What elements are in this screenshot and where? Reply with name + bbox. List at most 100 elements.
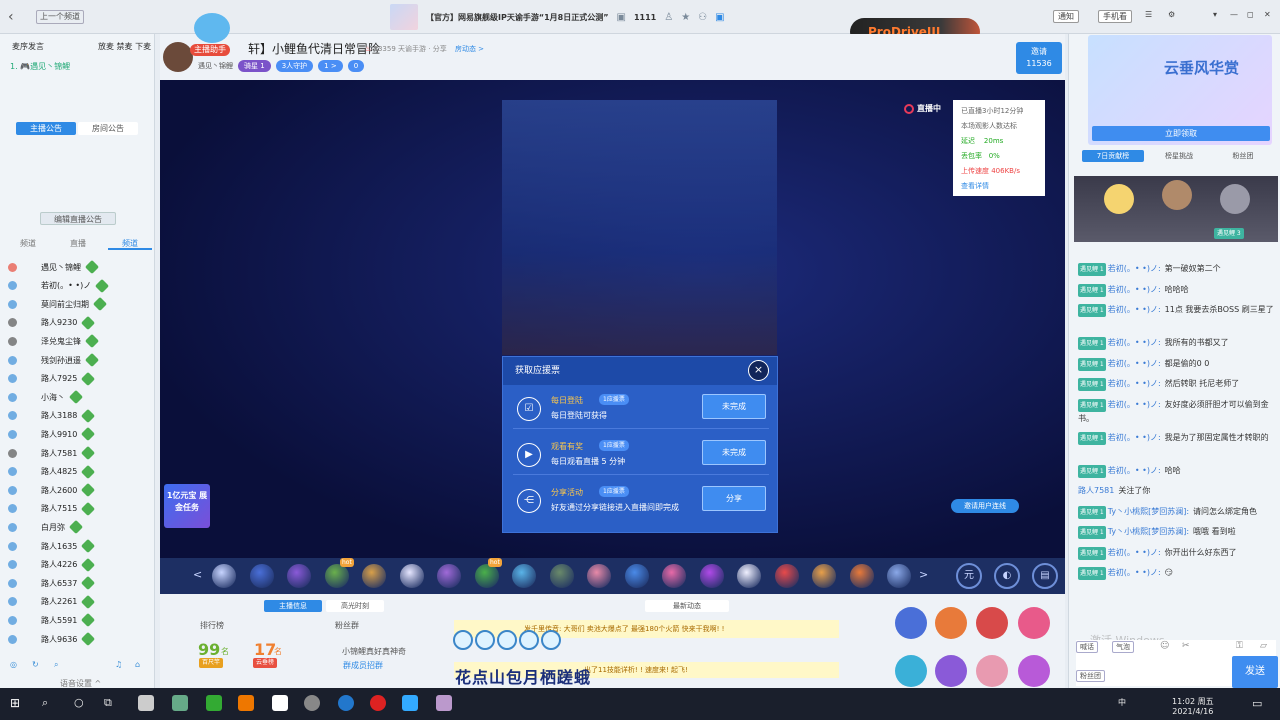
user-list-item[interactable]: 路人7515 — [8, 500, 148, 518]
cc-live-app-icon[interactable] — [402, 695, 418, 711]
gift-item[interactable] — [812, 564, 836, 588]
gift-item[interactable] — [774, 564, 799, 588]
tab-latest[interactable]: 最新动态 — [645, 600, 729, 612]
fans-badge[interactable]: 1 > — [318, 60, 343, 72]
user-icon[interactable]: ♙ — [664, 12, 673, 23]
chat-author[interactable]: 若初(。• •)ノ: — [1108, 548, 1161, 557]
task-watch-button[interactable]: 未完成 — [702, 440, 766, 465]
chat-message[interactable]: 遇见鲤 1 若初(。• •)ノ: 第一破奴第二个 — [1078, 262, 1276, 276]
gift-item[interactable] — [287, 564, 311, 588]
invite-link-button[interactable]: 邀请用户连线 — [951, 499, 1019, 513]
chat-author[interactable]: 若初(。• •)ノ: — [1108, 400, 1161, 409]
user-list-item[interactable]: 路人9910 — [8, 425, 148, 443]
coin-icon[interactable]: 元 — [956, 563, 982, 589]
app-icon[interactable] — [272, 695, 288, 711]
user-list-item[interactable]: 路人2261 — [8, 593, 148, 611]
tab-star-challenge[interactable]: 榜星挑战 — [1148, 150, 1210, 162]
gift-item[interactable] — [512, 564, 536, 588]
tab-room-notice[interactable]: 房间公告 — [78, 122, 138, 135]
host-rank-icon[interactable] — [895, 607, 927, 639]
user-list-item[interactable]: 路人9230 — [8, 314, 148, 332]
task-share-button[interactable]: 分享 — [702, 486, 766, 511]
tab-host-notice[interactable]: 主播公告 — [16, 122, 76, 135]
shout-tab[interactable]: 喊话 — [1076, 641, 1098, 653]
gift-next-arrow[interactable]: > — [919, 568, 928, 581]
chat-author[interactable]: Ty丶小桃熙[梦回苏澜]: — [1108, 527, 1189, 536]
location-icon[interactable]: ◎ — [10, 660, 17, 669]
mic-top-user[interactable]: 1. 🎮遇见丶锦鲤 — [10, 61, 70, 72]
anchor-avatar[interactable] — [163, 42, 193, 72]
search-icon[interactable]: ⌕ — [42, 696, 48, 710]
dropdown-icon[interactable]: ▾ — [1213, 10, 1217, 19]
notify-button[interactable]: 通知 — [1053, 10, 1079, 23]
chat-author[interactable]: 若初(。• •)ノ: — [1108, 359, 1161, 368]
stats-details-link[interactable]: 查看详情 — [961, 179, 1037, 194]
gift-item[interactable] — [249, 564, 274, 588]
tab-live[interactable]: 直播 — [58, 237, 98, 250]
guardian-badge[interactable]: 3人守护 — [275, 60, 314, 72]
user-list-item[interactable]: 路人6537 — [8, 574, 148, 592]
travel-icon[interactable] — [1018, 655, 1050, 687]
settings-icon[interactable]: ⚙ — [1168, 10, 1175, 19]
user-list-item[interactable]: 白月弥 — [8, 518, 148, 536]
gift-item[interactable] — [624, 564, 649, 588]
scissors-icon[interactable]: ✂ — [1182, 641, 1190, 651]
user-list-item[interactable]: 泽兑鬼尘锋 — [8, 332, 148, 350]
chat-message[interactable]: 遇见鲤 1 若初(。• •)ノ: 😏 — [1078, 566, 1276, 580]
ime-indicator[interactable]: 中 — [1118, 697, 1126, 708]
star-icon[interactable]: ★ — [681, 12, 690, 23]
send-button[interactable]: 发送 — [1232, 656, 1278, 688]
chat-message[interactable]: 遇见鲤 1 若初(。• •)ノ: 11点 我要去杀BOSS 刷三星了 — [1078, 303, 1276, 317]
user-list-item[interactable]: 路人1635 — [8, 537, 148, 555]
chat-author[interactable]: 若初(。• •)ノ: — [1108, 305, 1161, 314]
user-list-item[interactable]: 小海丶 — [8, 388, 148, 406]
room-dynamic-link[interactable]: 房动态 > — [455, 45, 484, 53]
promo-banner[interactable]: 1亿元宝 展金任务 — [164, 484, 210, 528]
user-list-item[interactable]: 路人4226 — [8, 556, 148, 574]
tab-fan-club[interactable]: 粉丝团 — [1212, 150, 1274, 162]
tab-host-info[interactable]: 主播信息 — [264, 600, 322, 612]
user-list-item[interactable]: 路人7581 — [8, 444, 148, 462]
gift-item[interactable] — [737, 564, 761, 588]
chat-message[interactable]: 路人7581 关注了你 — [1078, 484, 1276, 497]
app-icon[interactable] — [172, 695, 188, 711]
maximize-icon[interactable]: ◻ — [1247, 10, 1254, 19]
chat-message[interactable]: 遇见鲤 1 若初(。• •)ノ: 哈哈 — [1078, 464, 1276, 478]
chat-message[interactable]: 遇见鲤 1 若初(。• •)ノ: 我是为了那固定属性才转职的 — [1078, 431, 1276, 445]
clock[interactable]: 11:02 周五 2021/4/16 — [1172, 697, 1214, 717]
claim-button[interactable]: 立即领取 — [1092, 126, 1270, 141]
fan-group-link[interactable]: 群成员招群 — [343, 660, 383, 671]
refresh-icon[interactable]: ↻ — [32, 660, 39, 669]
gift-item[interactable] — [399, 564, 424, 588]
chat-message[interactable]: 遇见鲤 1 若初(。• •)ノ: 都是偷的0 0 — [1078, 357, 1276, 371]
menu-icon[interactable]: ☰ — [1145, 10, 1152, 19]
bag-icon[interactable]: ◐ — [994, 563, 1020, 589]
close-icon[interactable]: ✕ — [1264, 10, 1271, 19]
search-icon[interactable]: ⌕ — [54, 660, 58, 670]
gift-item[interactable] — [549, 564, 574, 588]
prev-channel-button[interactable]: 上一个频道 — [36, 10, 84, 24]
emoji-icon[interactable]: ☺ — [1160, 641, 1169, 651]
minimize-icon[interactable]: — — [1230, 10, 1238, 19]
chat-message[interactable]: 遇见鲤 1 Ty丶小桃熙[梦回苏澜]: 哦哦 看到啦 — [1078, 525, 1276, 539]
screen-icon[interactable]: ▣ — [715, 12, 724, 23]
user-list-item[interactable]: 路人7925 — [8, 370, 148, 388]
app-icon[interactable] — [338, 695, 354, 711]
chat-message[interactable]: 遇见鲤 1 若初(。• •)ノ: 然后转职 托尼老师了 — [1078, 377, 1276, 391]
gift-item[interactable] — [887, 564, 911, 588]
tab-7day-rank[interactable]: 7日贡献榜 — [1082, 150, 1144, 162]
tab-highlights[interactable]: 高光时刻 — [326, 600, 384, 612]
pig-icon[interactable] — [976, 655, 1008, 687]
app-icon[interactable] — [138, 695, 154, 711]
chat-message[interactable]: 遇见鲤 1 若初(。• •)ノ: 友好度必须肝胆才可以偷到金书。 — [1078, 398, 1276, 425]
podium-avatar[interactable] — [1220, 184, 1250, 214]
user-list-item[interactable]: 路人3188 — [8, 407, 148, 425]
lucky-icon[interactable] — [976, 607, 1008, 639]
podium-avatar[interactable] — [1162, 180, 1192, 210]
chat-author[interactable]: 若初(。• •)ノ: — [1108, 379, 1161, 388]
users-icon[interactable]: ⚇ — [698, 12, 707, 23]
user-list-item[interactable]: 莫问前尘归期 — [8, 295, 148, 313]
invite-button[interactable]: 邀请 11536 — [1016, 42, 1062, 74]
chat-author[interactable]: 路人7581 — [1078, 486, 1114, 495]
phone-button[interactable]: 手机看 — [1098, 10, 1132, 23]
